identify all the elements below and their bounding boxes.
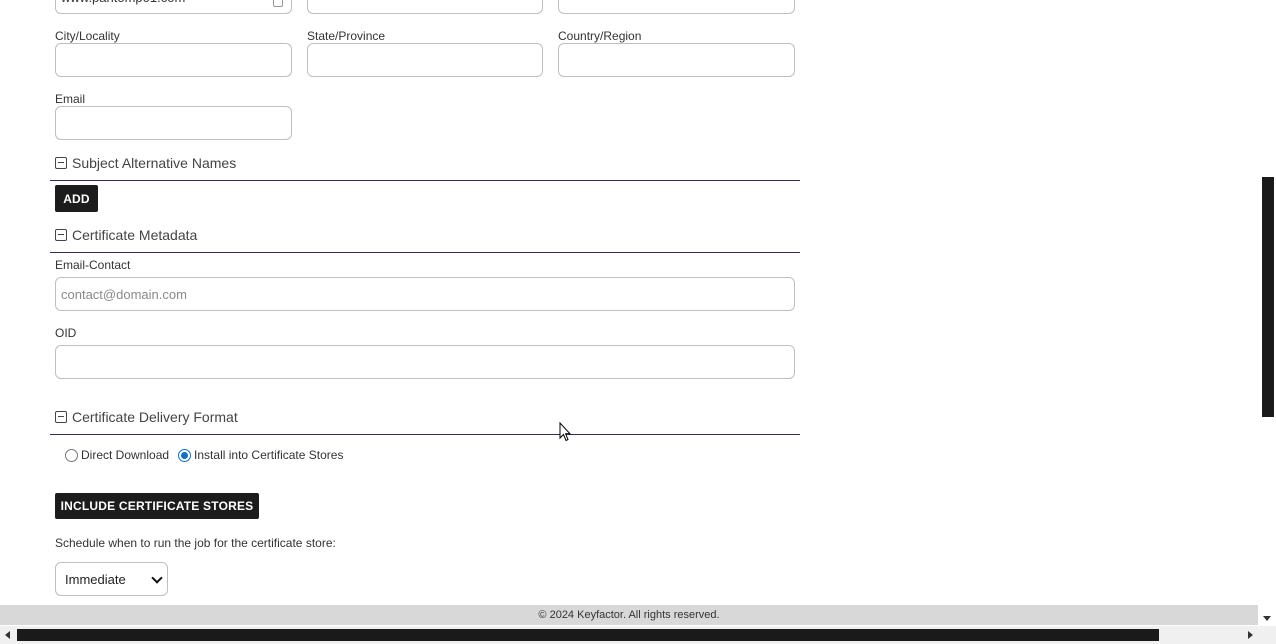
horizontal-scrollbar-thumb[interactable] bbox=[17, 629, 1159, 641]
direct-download-radio[interactable] bbox=[65, 448, 78, 462]
san-section-title: Subject Alternative Names bbox=[72, 155, 237, 171]
collapse-icon[interactable] bbox=[55, 229, 67, 241]
email-contact-input[interactable] bbox=[55, 277, 795, 311]
install-into-stores-label: Install into Certificate Stores bbox=[194, 448, 344, 462]
install-into-stores-option[interactable]: Install into Certificate Stores bbox=[178, 448, 343, 462]
delivery-section-title: Certificate Delivery Format bbox=[72, 409, 238, 425]
email-contact-label: Email-Contact bbox=[55, 258, 131, 272]
scrollbar-corner bbox=[1258, 626, 1276, 644]
contact-card-icon bbox=[273, 0, 283, 7]
schedule-select[interactable]: Immediate bbox=[55, 562, 168, 596]
city-label: City/Locality bbox=[55, 29, 120, 43]
common-name-field[interactable]: www.pantomp01.com bbox=[55, 0, 292, 14]
page-footer: © 2024 Keyfactor. All rights reserved. bbox=[0, 605, 1258, 625]
san-section-header[interactable]: Subject Alternative Names bbox=[55, 155, 236, 171]
metadata-section-title: Certificate Metadata bbox=[72, 227, 198, 243]
org-unit-field[interactable] bbox=[558, 0, 795, 14]
oid-input[interactable] bbox=[55, 345, 795, 379]
email-input[interactable] bbox=[55, 106, 292, 140]
vertical-scrollbar[interactable] bbox=[1258, 0, 1276, 626]
san-divider bbox=[50, 180, 800, 181]
city-input[interactable] bbox=[55, 43, 292, 77]
add-san-button[interactable]: ADD bbox=[55, 185, 98, 212]
vertical-scrollbar-thumb[interactable] bbox=[1262, 177, 1274, 417]
organization-field[interactable] bbox=[307, 0, 543, 14]
email-label: Email bbox=[55, 92, 86, 106]
collapse-icon[interactable] bbox=[55, 157, 67, 169]
mouse-cursor-icon bbox=[559, 422, 571, 442]
metadata-section-header[interactable]: Certificate Metadata bbox=[55, 227, 197, 243]
direct-download-option[interactable]: Direct Download bbox=[65, 448, 169, 462]
scroll-left-arrow-icon[interactable] bbox=[5, 631, 10, 639]
install-into-stores-radio[interactable] bbox=[178, 448, 192, 462]
state-input[interactable] bbox=[307, 43, 543, 77]
schedule-text: Schedule when to run the job for the cer… bbox=[55, 536, 336, 550]
oid-label: OID bbox=[55, 326, 77, 340]
scroll-right-arrow-icon[interactable] bbox=[1248, 631, 1253, 639]
collapse-icon[interactable] bbox=[55, 411, 67, 423]
direct-download-label: Direct Download bbox=[81, 448, 170, 462]
include-certificate-stores-button[interactable]: INCLUDE CERTIFICATE STORES bbox=[55, 493, 259, 519]
state-label: State/Province bbox=[307, 29, 386, 43]
delivery-format-radio-group: Direct Download Install into Certificate… bbox=[65, 448, 352, 462]
country-input[interactable] bbox=[558, 43, 795, 77]
delivery-section-header[interactable]: Certificate Delivery Format bbox=[55, 409, 238, 425]
delivery-divider bbox=[50, 434, 800, 435]
scroll-down-arrow-icon[interactable] bbox=[1263, 616, 1271, 621]
chevron-down-icon bbox=[151, 572, 163, 584]
schedule-select-value: Immediate bbox=[65, 571, 126, 587]
common-name-value: www.pantomp01.com bbox=[61, 0, 185, 15]
copyright-text: © 2024 Keyfactor. All rights reserved. bbox=[538, 609, 720, 621]
horizontal-scrollbar[interactable] bbox=[0, 626, 1258, 644]
metadata-divider bbox=[50, 252, 800, 253]
country-label: Country/Region bbox=[558, 29, 642, 43]
